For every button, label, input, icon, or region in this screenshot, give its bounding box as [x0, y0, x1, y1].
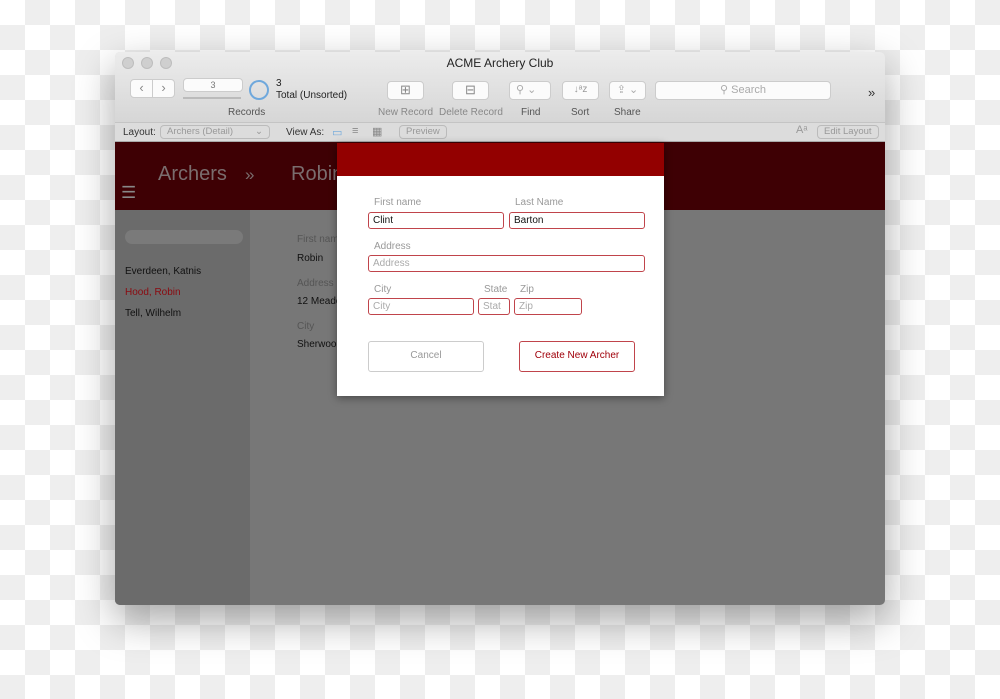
record-progress-icon: [249, 80, 269, 100]
last-name-input[interactable]: Barton: [509, 212, 645, 229]
list-item-selected[interactable]: Hood, Robin: [125, 287, 181, 298]
find-label: Find: [521, 107, 541, 118]
new-archer-dialog: First name Clint Last Name Barton Addres…: [337, 143, 664, 396]
detail-first-value: Robin: [297, 253, 324, 264]
sort-button[interactable]: ↓ᵃz: [562, 81, 599, 100]
layout-select[interactable]: Archers (Detail) ⌄: [160, 125, 270, 139]
share-button[interactable]: ⇪ ⌄: [609, 81, 646, 100]
toolbar: ACME Archery Club ‹ › 3 3 Total (Unsorte…: [115, 52, 885, 122]
list-view-icon[interactable]: ≡: [352, 125, 358, 137]
state-input[interactable]: Stat: [478, 298, 510, 315]
breadcrumb-current: Robin: [291, 163, 344, 185]
delete-record-button[interactable]: ⊟: [452, 81, 489, 100]
sort-label: Sort: [571, 107, 590, 118]
address-input[interactable]: Address: [368, 255, 645, 272]
menu-icon[interactable]: ☰: [121, 184, 136, 201]
delete-record-label: Delete Record: [439, 107, 503, 118]
table-view-icon[interactable]: ▦: [372, 125, 382, 138]
sort-icon: ↓ᵃz: [573, 84, 588, 95]
text-format-icon[interactable]: Aᵃ: [796, 124, 807, 136]
last-name-label: Last Name: [515, 197, 564, 208]
detail-city-value: Sherwood: [297, 339, 343, 350]
layout-value: Archers (Detail): [167, 126, 233, 137]
create-new-archer-button[interactable]: Create New Archer: [519, 341, 635, 372]
record-number-input[interactable]: 3: [183, 78, 243, 92]
detail-address-label: Address: [297, 278, 334, 289]
previous-record-button[interactable]: ‹: [131, 80, 153, 97]
city-label: City: [374, 284, 392, 295]
form-view-icon[interactable]: ▭: [332, 126, 342, 139]
zip-input[interactable]: Zip: [514, 298, 582, 315]
records-label: Records: [228, 107, 266, 118]
city-input[interactable]: City: [368, 298, 474, 315]
sidebar: Everdeen, Katnis Hood, Robin Tell, Wilhe…: [115, 210, 250, 605]
next-record-button[interactable]: ›: [153, 80, 174, 97]
search-input[interactable]: ⚲ Search: [655, 81, 831, 100]
first-name-input[interactable]: Clint: [368, 212, 504, 229]
toolbar-overflow-button[interactable]: »: [868, 85, 875, 100]
record-count: 3: [276, 78, 282, 89]
preview-button[interactable]: Preview: [399, 125, 447, 139]
layout-bar: Layout: Archers (Detail) ⌄ View As: ▭ ≡ ▦…: [115, 122, 885, 142]
new-record-label: New Record: [378, 107, 434, 118]
list-item[interactable]: Tell, Wilhelm: [125, 308, 181, 319]
share-label: Share: [614, 107, 641, 118]
search-icon: ⚲: [720, 84, 732, 96]
state-label: State: [484, 284, 508, 295]
first-name-label: First name: [374, 197, 422, 208]
new-record-button[interactable]: ⊞: [387, 81, 424, 100]
breadcrumb-archers[interactable]: Archers: [158, 163, 227, 186]
sidebar-search[interactable]: [125, 230, 243, 244]
magnifier-icon: ⚲ ⌄: [516, 84, 537, 96]
search-placeholder: Search: [731, 84, 766, 96]
detail-city-label: City: [297, 321, 315, 332]
find-button[interactable]: ⚲ ⌄: [509, 81, 551, 100]
window-title: ACME Archery Club: [446, 56, 554, 70]
list-item[interactable]: Everdeen, Katnis: [125, 266, 201, 277]
breadcrumb-separator: »: [245, 165, 255, 184]
share-icon: ⇪ ⌄: [616, 84, 639, 96]
minus-icon: ⊟: [465, 82, 476, 97]
view-as-label: View As:: [286, 127, 325, 138]
cancel-button[interactable]: Cancel: [368, 341, 484, 372]
plus-icon: ⊞: [400, 82, 411, 97]
total-label: Total (Unsorted): [276, 90, 348, 101]
zip-label: Zip: [520, 284, 534, 295]
record-slider[interactable]: [183, 97, 241, 99]
edit-layout-button[interactable]: Edit Layout: [817, 125, 879, 139]
nav-buttons: ‹ ›: [130, 79, 175, 98]
address-label: Address: [374, 241, 411, 252]
layout-label: Layout:: [123, 127, 156, 138]
app-window: ACME Archery Club ‹ › 3 3 Total (Unsorte…: [115, 52, 885, 605]
dialog-header: [337, 143, 664, 176]
